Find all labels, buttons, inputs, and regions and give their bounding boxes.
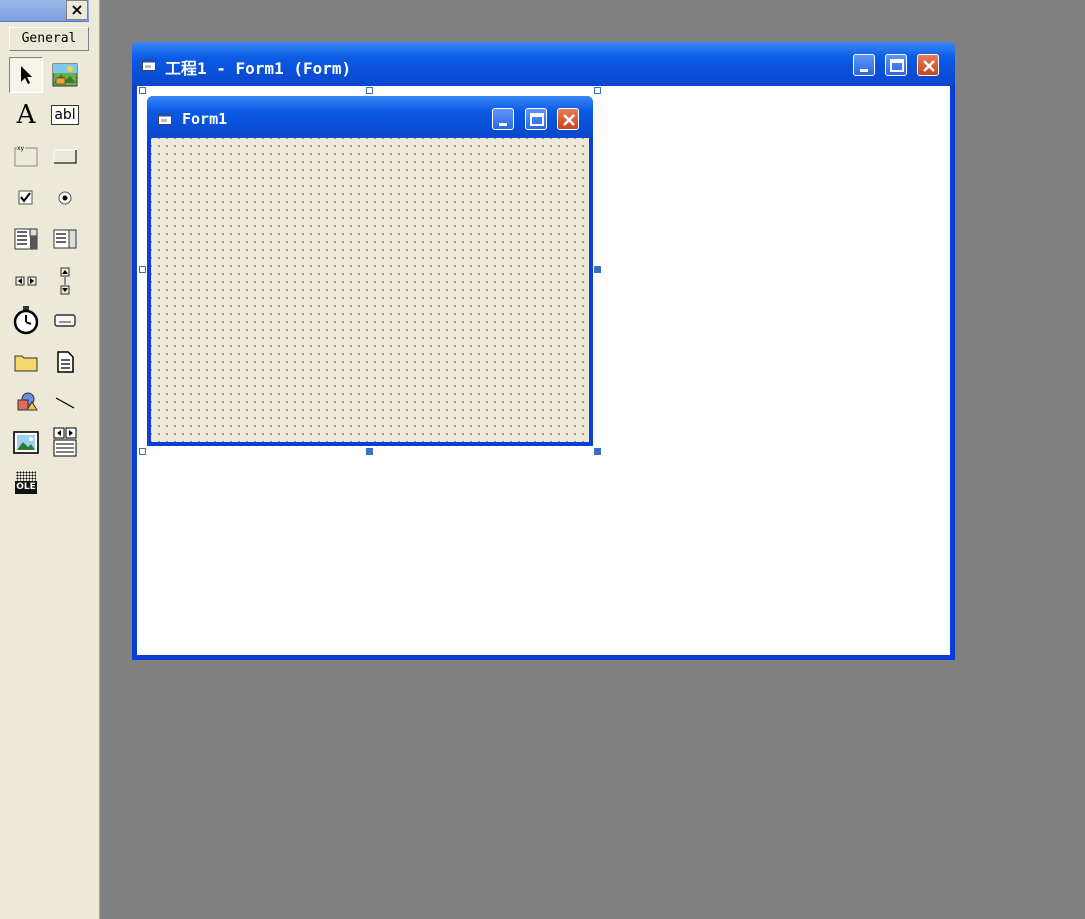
tool-timer[interactable]	[9, 302, 43, 338]
toolbox-close-button[interactable]: ×	[66, 0, 88, 20]
vscrollbar-icon	[60, 267, 70, 295]
form1-title: Form1	[182, 110, 228, 128]
toolbox-panel: × General A abl xy OLE	[0, 0, 100, 919]
form-designer-titlebar[interactable]: 工程1 - Form1 (Form)	[132, 42, 955, 86]
frame-icon: xy	[14, 145, 38, 167]
tool-line[interactable]	[48, 384, 82, 420]
tool-hscrollbar[interactable]	[9, 263, 43, 299]
tool-vscrollbar[interactable]	[48, 263, 82, 299]
resize-handle-left	[139, 266, 146, 273]
tool-label[interactable]: A	[9, 97, 43, 133]
form1-close-button[interactable]	[557, 108, 579, 130]
tool-frame[interactable]: xy	[9, 138, 43, 174]
maximize-icon	[890, 59, 904, 72]
resize-handle-bottom-right[interactable]	[594, 448, 601, 455]
close-button[interactable]	[917, 54, 939, 76]
timer-icon	[13, 306, 39, 335]
tool-image[interactable]	[9, 424, 43, 460]
tool-listbox[interactable]	[48, 221, 82, 257]
form1-titlebar[interactable]: Form1	[147, 96, 593, 138]
commandbutton-icon	[53, 149, 77, 164]
resize-handle-top-right	[594, 87, 601, 94]
resize-handle-right[interactable]	[594, 266, 601, 273]
tool-optionbutton[interactable]	[48, 180, 82, 216]
tool-commandbutton[interactable]	[48, 138, 82, 174]
filelistbox-icon	[57, 351, 74, 373]
tool-combobox[interactable]	[9, 221, 43, 257]
form1-design-grid[interactable]	[151, 138, 589, 442]
line-icon	[55, 397, 75, 409]
image-icon	[13, 431, 39, 454]
resize-handle-bottom-left	[139, 448, 146, 455]
data-icon	[53, 427, 77, 457]
tool-dirlistbox[interactable]	[9, 344, 43, 380]
toolbox-tab-general[interactable]: General	[9, 27, 89, 51]
ole-icon: OLE	[15, 471, 37, 495]
optionbutton-icon	[58, 191, 72, 205]
form1-window[interactable]: Form1	[147, 96, 593, 446]
label-icon: A	[16, 100, 36, 130]
checkbox-icon	[18, 190, 33, 205]
maximize-icon	[530, 113, 544, 126]
form1-minimize-button[interactable]	[492, 108, 514, 130]
shape-icon	[17, 392, 38, 411]
textbox-icon: abl	[51, 105, 79, 125]
close-icon	[923, 60, 935, 72]
listbox-icon	[53, 229, 77, 249]
minimize-icon	[499, 123, 507, 126]
tool-ole[interactable]: OLE	[9, 465, 43, 501]
drivelistbox-icon	[54, 314, 76, 327]
tool-checkbox[interactable]	[9, 180, 43, 216]
pointer-icon	[21, 66, 32, 84]
tool-drivelistbox[interactable]	[48, 302, 82, 338]
tool-filelistbox[interactable]	[48, 344, 82, 380]
svg-text:xy: xy	[17, 145, 25, 152]
minimize-icon	[860, 69, 868, 72]
form-icon	[142, 59, 156, 71]
close-icon	[563, 114, 575, 126]
tool-textbox[interactable]: abl	[48, 97, 82, 133]
combobox-icon	[14, 228, 38, 250]
tool-picturebox[interactable]	[48, 57, 82, 93]
resize-handle-top	[366, 87, 373, 94]
tool-shape[interactable]	[9, 384, 43, 420]
resize-handle-bottom[interactable]	[366, 448, 373, 455]
hscrollbar-icon	[15, 276, 37, 286]
resize-handle-top-left	[139, 87, 146, 94]
maximize-button[interactable]	[885, 54, 907, 76]
minimize-button[interactable]	[853, 54, 875, 76]
form1-maximize-button[interactable]	[525, 108, 547, 130]
dirlistbox-icon	[14, 355, 38, 372]
picturebox-icon	[52, 63, 78, 87]
form-designer-title: 工程1 - Form1 (Form)	[165, 59, 352, 78]
ole-label: OLE	[15, 481, 37, 494]
form1-icon	[158, 113, 172, 125]
tool-pointer[interactable]	[9, 57, 43, 93]
tool-data[interactable]	[48, 424, 82, 460]
